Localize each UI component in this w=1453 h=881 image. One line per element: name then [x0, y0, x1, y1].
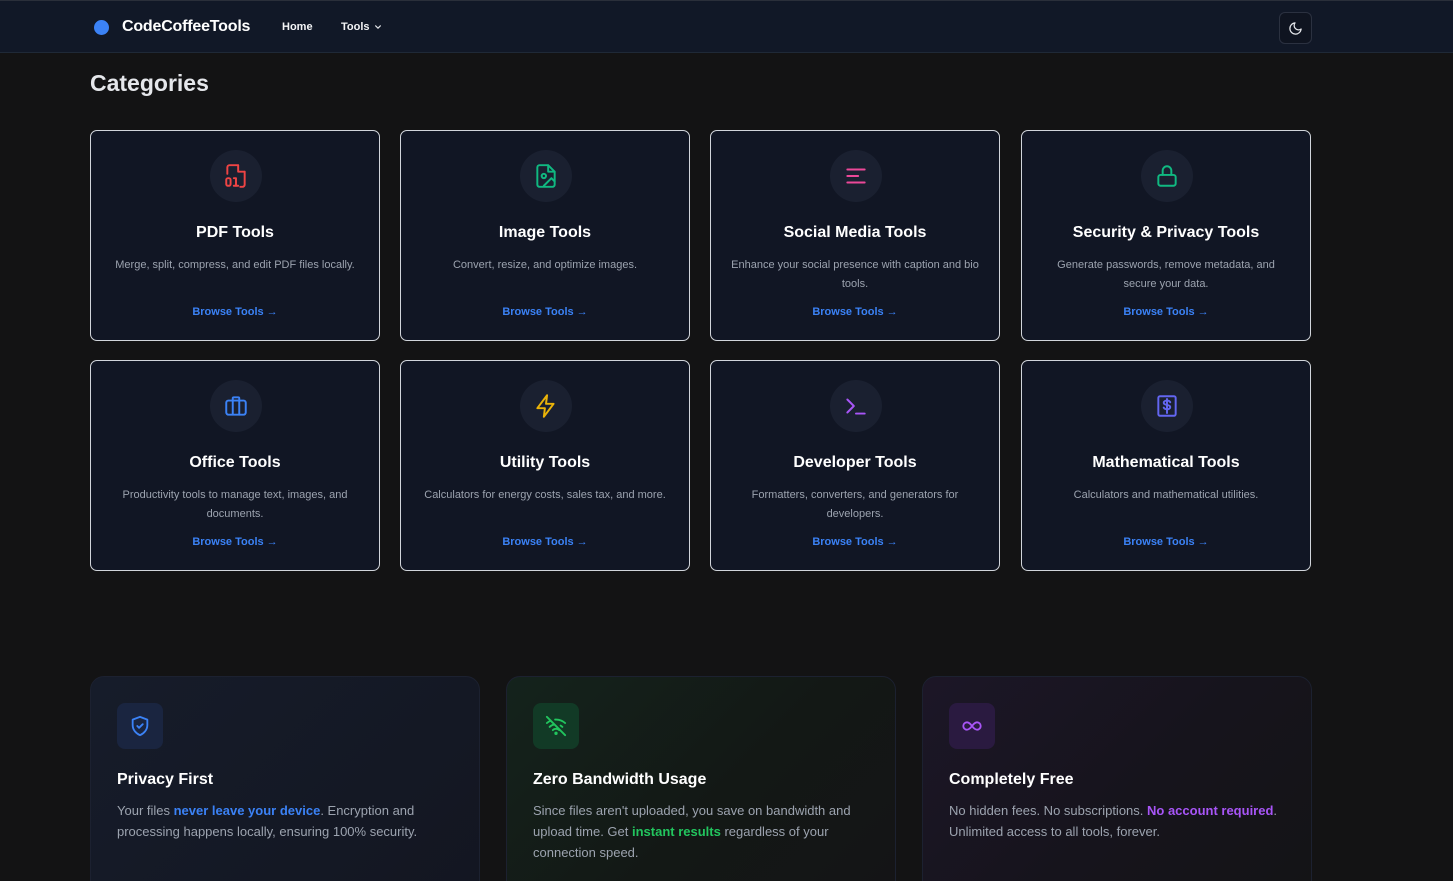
feature-title: Completely Free — [949, 771, 1074, 788]
category-icon-badge — [520, 150, 572, 202]
feature-card-free: Completely Free No hidden fees. No subsc… — [922, 676, 1312, 881]
category-title: Social Media Tools — [783, 224, 927, 241]
feature-card-privacy: Privacy First Your files never leave you… — [90, 676, 480, 881]
category-title: Developer Tools — [793, 454, 917, 471]
feature-description: No hidden fees. No subscriptions. No acc… — [949, 800, 1285, 842]
category-title: Office Tools — [189, 454, 281, 471]
brand-logo-link[interactable]: CodeCoffeeTools — [94, 18, 250, 36]
terminal-icon — [846, 398, 866, 415]
image-file-icon — [536, 164, 556, 188]
category-icon-badge — [830, 380, 882, 432]
category-description: Calculators for energy costs, sales tax,… — [424, 489, 666, 501]
category-icon-badge — [210, 380, 262, 432]
category-card-image[interactable]: Image Tools Convert, resize, and optimiz… — [400, 130, 690, 341]
category-icon-badge — [520, 380, 572, 432]
browse-tools-link[interactable]: Browse Tools → — [1022, 306, 1310, 318]
wifi-off-icon — [545, 715, 567, 737]
shield-check-icon — [131, 715, 149, 737]
briefcase-icon — [225, 396, 247, 416]
text-lines-icon — [846, 168, 866, 184]
feature-highlight: instant results — [632, 824, 721, 839]
feature-description: Since files aren't uploaded, you save on… — [533, 800, 869, 863]
browse-tools-link[interactable]: Browse Tools → — [1022, 536, 1310, 548]
category-description: Formatters, converters, and generators f… — [751, 489, 959, 520]
top-navbar: CodeCoffeeTools Home Tools — [0, 0, 1453, 53]
nav-tools-label: Tools — [341, 21, 370, 33]
brand-name: CodeCoffeeTools — [122, 18, 251, 35]
feature-highlight: never leave your device — [173, 803, 321, 818]
category-description: Generate passwords, remove metadata, and… — [1057, 259, 1275, 290]
feature-icon-badge — [533, 703, 579, 749]
browse-tools-link[interactable]: Browse Tools → — [91, 536, 379, 548]
category-description: Merge, split, compress, and edit PDF fil… — [115, 259, 355, 271]
category-icon-badge — [1141, 380, 1193, 432]
moon-icon — [1289, 21, 1302, 35]
category-card-security-privacy[interactable]: Security & Privacy Tools Generate passwo… — [1021, 130, 1311, 341]
category-description: Convert, resize, and optimize images. — [452, 259, 638, 271]
category-card-pdf[interactable]: PDF Tools Merge, split, compress, and ed… — [90, 130, 380, 341]
feature-title: Zero Bandwidth Usage — [533, 771, 707, 788]
category-title: Security & Privacy Tools — [1072, 224, 1260, 241]
browse-tools-link[interactable]: Browse Tools → — [711, 306, 999, 318]
category-icon-badge — [210, 150, 262, 202]
category-icon-badge — [1141, 150, 1193, 202]
browse-tools-link[interactable]: Browse Tools → — [401, 306, 689, 318]
feature-icon-badge — [949, 703, 995, 749]
lock-icon — [1157, 165, 1177, 187]
browse-tools-link[interactable]: Browse Tools → — [401, 536, 689, 548]
brand-dot-icon — [94, 19, 109, 35]
feature-text: Your files — [117, 803, 174, 818]
nav-tools-dropdown[interactable]: Tools — [341, 21, 382, 33]
nav-home-link[interactable]: Home — [282, 21, 313, 33]
feature-title: Privacy First — [117, 771, 214, 788]
category-card-utility[interactable]: Utility Tools Calculators for energy cos… — [400, 360, 690, 571]
feature-text: No hidden fees. No subscriptions. — [949, 803, 1147, 818]
theme-toggle-button[interactable] — [1279, 12, 1312, 44]
feature-highlight: No account required — [1147, 803, 1274, 818]
feature-description: Your files never leave your device. Encr… — [117, 800, 453, 842]
category-description: Productivity tools to manage text, image… — [122, 489, 348, 520]
lightning-icon — [536, 394, 555, 418]
chevron-down-icon — [374, 25, 381, 29]
category-title: Mathematical Tools — [1092, 454, 1240, 471]
category-icon-badge — [830, 150, 882, 202]
browse-tools-link[interactable]: Browse Tools → — [711, 536, 999, 548]
feature-card-bandwidth: Zero Bandwidth Usage Since files aren't … — [506, 676, 896, 881]
category-card-mathematical[interactable]: Mathematical Tools Calculators and mathe… — [1021, 360, 1311, 571]
feature-icon-badge — [117, 703, 163, 749]
category-title: Utility Tools — [499, 454, 591, 471]
category-title: PDF Tools — [196, 224, 274, 241]
category-description: Calculators and mathematical utilities. — [1073, 489, 1259, 501]
infinity-icon — [962, 721, 982, 731]
browse-tools-link[interactable]: Browse Tools → — [91, 306, 379, 318]
category-title: Image Tools — [498, 224, 592, 241]
dollar-receipt-icon — [1157, 395, 1177, 417]
category-card-social-media[interactable]: Social Media Tools Enhance your social p… — [710, 130, 1000, 341]
category-card-developer[interactable]: Developer Tools Formatters, converters, … — [710, 360, 1000, 571]
category-card-office[interactable]: Office Tools Productivity tools to manag… — [90, 360, 380, 571]
category-description: Enhance your social presence with captio… — [731, 259, 979, 290]
categories-heading: Categories — [90, 70, 209, 96]
pdf-file-icon — [225, 164, 246, 188]
